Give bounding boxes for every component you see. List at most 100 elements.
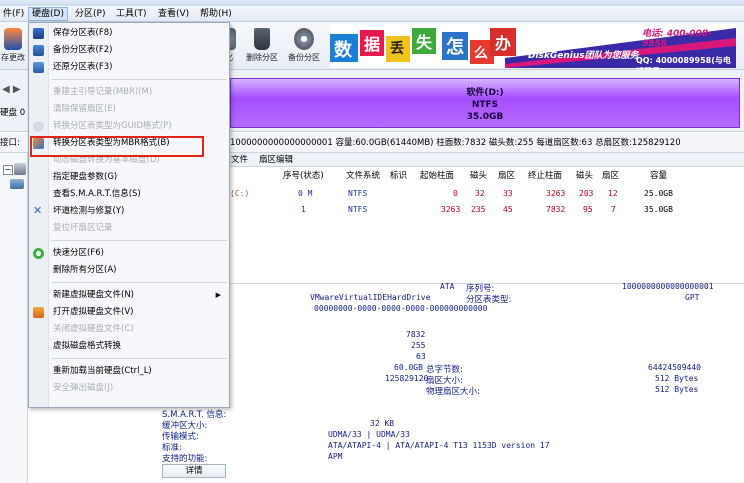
menu-item-smart-info[interactable]: 查看S.M.A.R.T.信息(S) [29,186,229,203]
delete-partition-icon [254,28,270,50]
detail-sector-size-value: 512 Bytes [655,374,699,383]
menu-item-restore-partition-table[interactable]: 还原分区表(F3) [29,59,229,76]
disk-tree[interactable]: − [0,153,28,483]
partition-fs: NTFS [471,100,499,110]
col-start-cyl: 起始柱面 [420,171,455,181]
tab-files[interactable]: 文件 [228,154,251,167]
banner-tile-7: 办 [495,34,512,53]
interface-label: 接口: [0,138,20,148]
detail-total-sectors: 125829120 [385,374,429,383]
menu-item-clear-reserved-sectors[interactable]: 清除保留扇区(E) [29,101,229,118]
menu-item-backup-partition-table[interactable]: 备份分区表(F2) [29,42,229,59]
details-button[interactable]: 详情 [162,464,226,478]
delete-partition-button[interactable]: 删除分区 [242,26,282,66]
menu-separator [51,79,227,80]
menu-help[interactable]: 帮助(H) [197,7,235,21]
menu-item-new-virtual-disk[interactable]: 新建虚拟硬盘文件(N) ▶ [29,287,229,304]
detail-phys-sector-label: 物理扇区大小: [426,387,480,397]
partition-block-d[interactable]: 软件(D:) NTFS 35.0GB [230,78,740,128]
hard-disk-icon [14,163,26,175]
expand-icon[interactable]: − [3,165,13,175]
detail-model: VMwareVirtualIDEHardDrive [310,293,431,302]
detail-sectors: 63 [416,352,426,361]
save-icon [33,28,44,39]
quick-partition-icon [33,248,44,259]
save-changes-button[interactable]: 存更改 [0,26,26,66]
banner-tile-4: 失 [416,33,433,52]
detail-capacity: 60.0GB [394,363,423,372]
highlight-annotation-box [30,136,204,157]
col-end-sec: 扇区 [602,171,620,181]
menubar: 件(F) 硬盘(D) 分区(P) 工具(T) 查看(V) 帮助(H) [0,6,744,22]
col-fs: 文件系统 [346,171,381,181]
banner-tile-6: 么 [474,46,488,62]
detail-heads: 255 [411,341,426,350]
menu-view[interactable]: 查看(V) [155,7,192,21]
promo-banner[interactable]: 数 据 丢 失 怎 么 办 DiskGenius团队为您服务 电话: 400-0… [330,24,736,76]
repair-icon: ✕ [33,204,43,217]
col-id: 标识 [390,171,408,181]
open-vdisk-icon [33,307,44,318]
backup-icon [33,45,44,56]
detail-features-label: 支持的功能: [162,454,208,464]
detail-cylinders: 7832 [406,330,426,339]
col-index: 序号(状态) [283,171,324,181]
partition-name: 软件(D:) [466,88,504,98]
menu-disk[interactable]: 硬盘(D) [28,7,68,21]
partition-icon [10,179,24,189]
backup-partition-icon [294,28,314,50]
detail-features-value: APM [328,452,343,461]
nav-arrows-icon[interactable]: ◀ ▶ [2,84,21,95]
detail-phys-sector-value: 512 Bytes [655,385,699,394]
restore-icon [33,62,44,73]
menu-item-convert-to-guid[interactable]: 转换分区表类型为GUID格式(P) [29,118,229,135]
col-end-head: 磁头 [576,171,594,181]
menu-item-quick-partition[interactable]: 快速分区(F6) [29,245,229,262]
disk-label: 硬盘 0 [0,108,26,118]
menu-item-close-virtual-disk[interactable]: 关闭虚拟硬盘文件(C) [29,321,229,338]
menu-partition[interactable]: 分区(P) [72,7,108,21]
disk-menu-dropdown: 保存分区表(F8) 备份分区表(F2) 还原分区表(F3) 重建主引导记录(MB… [28,22,230,408]
detail-serial-value: 1000000000000000001 [622,282,714,291]
menu-item-rebuild-mbr[interactable]: 重建主引导记录(MBR)(M) [29,84,229,101]
detail-ptype-value: GPT [685,293,700,302]
banner-tile-2: 据 [364,35,381,54]
menu-item-delete-all-partitions[interactable]: 删除所有分区(A) [29,262,229,279]
detail-total-bytes-value: 64424509440 [648,363,701,372]
col-size: 容量 [650,171,668,181]
detail-transfer-value: UDMA/33 | UDMA/33 [328,430,410,439]
col-start-sec: 扇区 [498,171,516,181]
menu-item-save-partition-table[interactable]: 保存分区表(F8) [29,25,229,42]
banner-tile-3: 丢 [390,41,404,57]
menu-item-reset-bad-sectors[interactable]: 复位坏扇区记录 [29,220,229,237]
detail-standard-value: ATA/ATAPI-4 | ATA/ATAPI-4 T13 1153D vers… [328,441,550,450]
detail-guid: 00000000-0000-0000-0000-000000000000 [314,304,488,313]
banner-phone: 电话: 400-008-9958 [642,29,712,49]
menu-separator [51,282,227,283]
menu-separator [51,358,227,359]
backup-partition-button[interactable]: 备份分区 [283,26,325,66]
tab-sector-edit[interactable]: 扇区编辑 [256,154,296,167]
banner-tile-1: 数 [334,40,352,61]
menu-file[interactable]: 件(F) [0,7,27,21]
menu-item-reload-disk[interactable]: 重新加载当前硬盘(Ctrl_L) [29,363,229,380]
detail-iface: ATA [440,282,455,291]
col-start-head: 磁头 [470,171,488,181]
submenu-arrow-icon: ▶ [215,291,221,299]
disk-info-text: 1000000000000000001 容量:60.0GB(61440MB) 柱… [230,138,681,148]
detail-buffer-value: 32 KB [370,419,395,428]
menu-item-open-virtual-disk[interactable]: 打开虚拟硬盘文件(V) [29,304,229,321]
col-end-cyl: 终止柱面 [528,171,563,181]
menu-tools[interactable]: 工具(T) [113,7,150,21]
menu-item-virtual-disk-convert[interactable]: 虚拟磁盘格式转换 [29,338,229,355]
banner-tile-5: 怎 [446,37,464,58]
menu-item-disk-params[interactable]: 指定硬盘参数(G) [29,169,229,186]
menu-separator [51,240,227,241]
banner-brand: DiskGenius团队为您服务 [528,51,639,61]
save-disk-icon [4,28,22,50]
menu-item-safe-eject[interactable]: 安全弹出磁盘(J) [29,380,229,397]
partition-size: 35.0GB [466,112,504,122]
detail-ptype-label: 分区表类型: [466,295,512,305]
convert-guid-icon [33,121,44,132]
menu-item-bad-sector-check[interactable]: ✕ 坏道检测与修复(Y) [29,203,229,220]
